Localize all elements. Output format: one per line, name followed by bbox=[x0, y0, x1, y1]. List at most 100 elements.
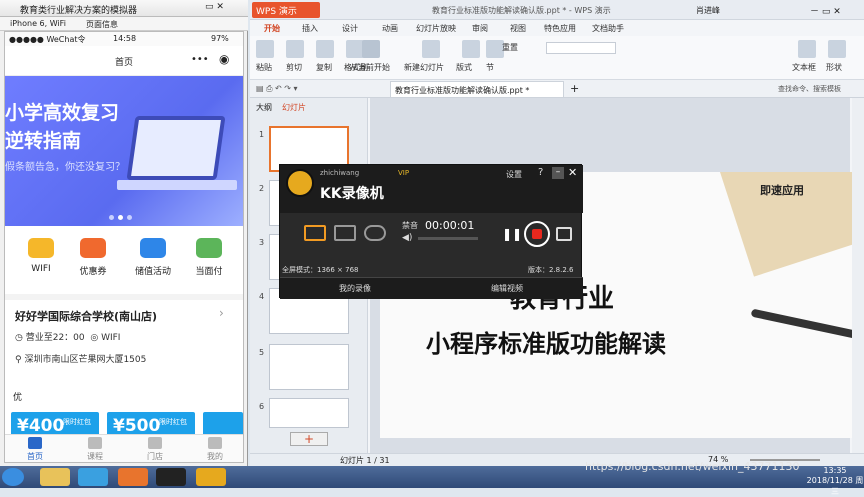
quick-coupon[interactable]: 优惠券 bbox=[69, 232, 117, 277]
quick-label: 优惠券 bbox=[79, 267, 107, 277]
coupon-value: ¥400 bbox=[17, 416, 65, 436]
kk-username[interactable]: zhichiwang bbox=[320, 169, 359, 177]
quick-label: 储值活动 bbox=[134, 267, 171, 277]
browser-icon[interactable] bbox=[78, 468, 108, 486]
chevron-right-icon: › bbox=[219, 306, 224, 320]
terminal-icon[interactable] bbox=[156, 468, 186, 486]
menu-item[interactable]: 文档助手 bbox=[592, 23, 624, 34]
my-recordings-button[interactable]: 我的录像 bbox=[280, 283, 430, 294]
store-card[interactable]: 好好学国际综合学校(南山店) › ◷ 营业至22：00 ◎ WIFI ⚲ 深圳市… bbox=[5, 294, 243, 384]
ribbon-label: 文本框 bbox=[792, 63, 816, 72]
vertical-scrollbar[interactable] bbox=[852, 98, 864, 453]
window-controls[interactable]: ▭ ✕ bbox=[205, 2, 224, 12]
menu-item[interactable]: 插入 bbox=[302, 23, 318, 34]
edit-video-button[interactable]: 编辑视频 bbox=[432, 283, 582, 294]
kk-controls: 禁音 00:00:01 ◀) ❚❚ bbox=[280, 213, 583, 271]
battery: 97% bbox=[211, 34, 229, 43]
paste-icon[interactable] bbox=[256, 40, 274, 58]
slide-thumbnail[interactable] bbox=[269, 344, 349, 390]
menu-item[interactable]: 设计 bbox=[342, 23, 358, 34]
kk-minimize-button[interactable]: – bbox=[552, 167, 564, 179]
font-select[interactable] bbox=[546, 42, 616, 54]
clock-date: 2018/11/28 周三 bbox=[806, 476, 864, 496]
carousel-dot-active[interactable] bbox=[118, 215, 123, 220]
textbox-icon[interactable] bbox=[798, 40, 816, 58]
wps-user[interactable]: 肖进峰 bbox=[696, 5, 720, 16]
carousel-dot[interactable] bbox=[109, 215, 114, 220]
banner-line1: 小学高效复习 bbox=[5, 102, 120, 124]
store-wifi: WIFI bbox=[101, 333, 121, 343]
menu-item[interactable]: 视图 bbox=[510, 23, 526, 34]
phone-status-bar: ●●●●● WeChat令 14:58 97% bbox=[5, 32, 243, 46]
wps-app-button[interactable]: WPS 演示 bbox=[252, 2, 320, 18]
copy-icon[interactable] bbox=[316, 40, 334, 58]
pause-icon[interactable]: ❚❚ bbox=[502, 227, 522, 245]
quick-stored-value[interactable]: 储值活动 bbox=[129, 232, 177, 277]
slide-thumbnail[interactable] bbox=[269, 398, 349, 428]
window-controls[interactable]: － ▭ ✕ bbox=[810, 4, 841, 17]
kk-mute-label[interactable]: 禁音 bbox=[402, 220, 418, 231]
play-icon[interactable] bbox=[362, 40, 380, 58]
menu-item[interactable]: 幻灯片放映 bbox=[416, 23, 456, 34]
kk-avatar[interactable] bbox=[286, 169, 314, 197]
stop-record-button[interactable] bbox=[524, 221, 550, 247]
kk-taskbar-icon[interactable] bbox=[196, 468, 226, 486]
tab-slides[interactable]: 幻灯片 bbox=[282, 102, 306, 113]
target-icon[interactable]: ◉ bbox=[219, 52, 229, 66]
kk-vip-badge[interactable]: VIP bbox=[398, 169, 409, 177]
ribbon-label[interactable]: 重置 bbox=[502, 42, 518, 53]
nav-title: 首页 bbox=[115, 58, 134, 68]
slide-number: 4 bbox=[259, 292, 265, 301]
menu-item[interactable]: 审阅 bbox=[472, 23, 488, 34]
carousel-dots[interactable] bbox=[109, 212, 149, 220]
add-slide-button[interactable]: + bbox=[290, 432, 328, 446]
carousel-dot[interactable] bbox=[127, 215, 132, 220]
wps-taskbar-icon[interactable] bbox=[118, 468, 148, 486]
kk-help-button[interactable]: ? bbox=[538, 167, 543, 178]
menu-item[interactable]: 动画 bbox=[382, 23, 398, 34]
kk-close-icon[interactable]: ✕ bbox=[568, 166, 577, 179]
tab-outline[interactable]: 大纲 bbox=[256, 102, 272, 113]
ribbon-label: 粘贴 bbox=[256, 63, 272, 72]
layout-icon[interactable] bbox=[462, 40, 480, 58]
simulator-title: 教育类行业解决方案的模拟器 bbox=[20, 6, 138, 16]
volume-slider[interactable] bbox=[418, 237, 478, 240]
tab-store[interactable]: 门店 bbox=[131, 437, 179, 462]
menu-item[interactable]: 开始 bbox=[264, 23, 280, 34]
store-hours: 营业至22：00 bbox=[25, 333, 85, 343]
quick-pay[interactable]: 当面付 bbox=[185, 232, 233, 277]
quick-wifi[interactable]: WIFI bbox=[17, 232, 65, 274]
tab-course[interactable]: 课程 bbox=[71, 437, 119, 462]
slide-counter: 幻灯片 1 / 31 bbox=[340, 456, 390, 465]
device-select[interactable]: iPhone 6, WiFi bbox=[10, 19, 66, 28]
cut-icon[interactable] bbox=[286, 40, 304, 58]
region-mode-icon[interactable] bbox=[334, 225, 356, 241]
camera-icon[interactable] bbox=[556, 227, 572, 241]
kk-timer: 00:00:01 bbox=[425, 219, 475, 232]
more-icon[interactable]: ••• bbox=[191, 54, 209, 65]
shape-icon[interactable] bbox=[828, 40, 846, 58]
font-format-row[interactable] bbox=[546, 60, 666, 72]
menu-item[interactable]: 特色应用 bbox=[544, 23, 576, 34]
new-slide-icon[interactable] bbox=[422, 40, 440, 58]
carrier: ●●●●● WeChat令 bbox=[9, 35, 86, 44]
slide-number: 2 bbox=[259, 184, 265, 193]
search-command[interactable]: 查找命令、搜索模板 bbox=[778, 84, 841, 94]
add-tab-icon[interactable]: + bbox=[570, 82, 579, 95]
document-tab[interactable]: 教育行业标准版功能解读确认版.ppt * bbox=[390, 81, 564, 97]
ticket-icon bbox=[80, 238, 106, 258]
quick-access-toolbar[interactable]: ▤ ⎙ ↶ ↷ ▾ bbox=[256, 84, 298, 94]
page-info-select[interactable]: 页面信息 bbox=[86, 19, 118, 30]
promo-banner[interactable]: 小学高效复习 逆转指南 假条额告急，你还没复习？ bbox=[5, 76, 243, 226]
tab-home[interactable]: 首页 bbox=[11, 437, 59, 462]
tab-me[interactable]: 我的 bbox=[191, 437, 239, 462]
gamepad-icon[interactable] bbox=[364, 225, 386, 241]
volume-icon[interactable]: ◀) bbox=[402, 233, 412, 243]
start-button[interactable] bbox=[2, 468, 24, 486]
kk-settings-button[interactable]: 设置 bbox=[506, 169, 522, 180]
store-address: 深圳市南山区芒果网大厦1505 bbox=[24, 355, 147, 365]
explorer-icon[interactable] bbox=[40, 468, 70, 486]
slide-brand: 即速应用 bbox=[760, 184, 804, 197]
fullscreen-mode-icon[interactable] bbox=[304, 225, 326, 241]
system-clock[interactable]: 13:35 2018/11/28 周三 bbox=[806, 466, 864, 497]
